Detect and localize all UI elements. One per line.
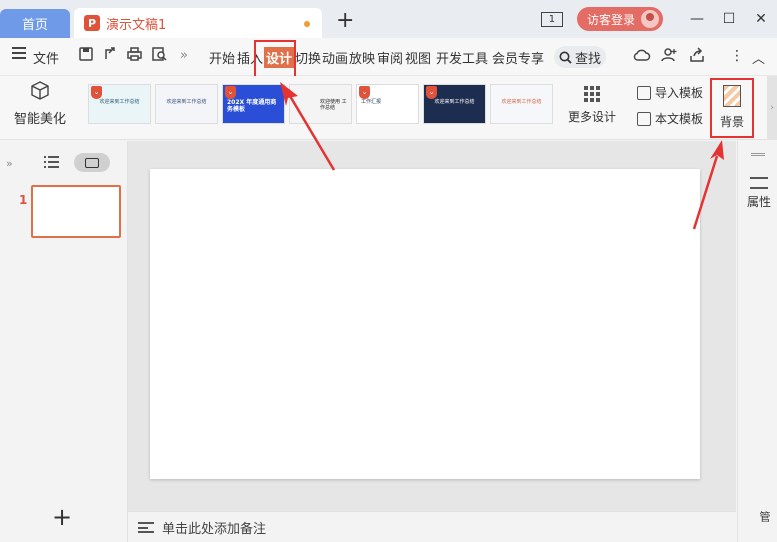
outline-view-icon[interactable] [44, 155, 60, 169]
export-icon[interactable] [103, 47, 117, 65]
close-button[interactable]: ✕ [745, 0, 777, 38]
cloud-sync-icon[interactable] [633, 48, 651, 66]
tab-start[interactable]: 开始 [209, 48, 235, 67]
premium-badge-icon: ⌄ [91, 86, 102, 99]
design-template-7[interactable]: 欢迎来到工作总结 [490, 84, 553, 124]
this-template-button[interactable]: 本文模板 [637, 110, 703, 127]
grid-icon [562, 86, 622, 102]
template-caption: 欢迎来到工作总结 [434, 99, 475, 105]
unsaved-dot-icon [304, 21, 310, 27]
tab-member[interactable]: 会员专享 [492, 48, 544, 67]
panel-handle-icon[interactable] [751, 153, 765, 156]
design-template-6[interactable]: ⌄ 欢迎来到工作总结 [423, 84, 486, 124]
more-menu-icon[interactable]: ⋮ [730, 48, 744, 64]
background-highlight-box [710, 78, 754, 138]
menu-bar: 文件 » 开始 插入 设计 切换 动画 放映 审阅 视图 开发工具 会员专享 查… [0, 38, 777, 76]
tab-transition[interactable]: 切换 [295, 48, 321, 67]
template-caption: 欢迎来到工作总结 [501, 99, 542, 105]
maximize-button[interactable]: ☐ [713, 0, 745, 38]
design-template-5[interactable]: ⌄ 工作汇报 [356, 84, 419, 124]
premium-badge-icon: ⌄ [225, 86, 236, 99]
share-icon[interactable] [689, 47, 705, 67]
right-side-panel: 属性 管 [737, 141, 777, 542]
minimize-button[interactable]: — [681, 0, 713, 38]
template-caption: 欢迎来到工作总结 [99, 99, 140, 105]
guest-login-button[interactable]: 访客登录 [576, 7, 663, 31]
editing-canvas [128, 141, 736, 511]
import-template-label: 导入模板 [655, 86, 704, 100]
tab-view[interactable]: 视图 [405, 48, 431, 67]
new-tab-button[interactable]: + [336, 10, 354, 32]
title-bar: 首页 P 演示文稿1 + 1 访客登录 — ☐ ✕ [0, 0, 777, 38]
home-tab[interactable]: 首页 [0, 9, 70, 38]
more-design-button[interactable]: 更多设计 [562, 86, 622, 125]
design-template-3[interactable]: ⌄ 202X 年度通用商务模板 [222, 84, 285, 124]
premium-badge-icon: ⌄ [426, 86, 437, 99]
design-template-4[interactable]: 欢迎使用 工作总结 [289, 84, 352, 124]
print-icon[interactable] [127, 47, 142, 65]
more-design-label: 更多设计 [567, 110, 616, 124]
avatar [641, 10, 659, 28]
slide-thumbnail-icon [85, 157, 99, 168]
slide-canvas[interactable] [150, 169, 700, 479]
template-caption: 202X 年度通用商务模板 [227, 99, 277, 113]
template-caption: 欢迎来到工作总结 [166, 99, 207, 105]
smart-beautify-label: 智能美化 [13, 112, 66, 127]
collapse-ribbon-icon[interactable]: ︿ [752, 48, 765, 67]
this-template-label: 本文模板 [655, 112, 704, 126]
this-template-icon [637, 111, 651, 126]
template-caption: 欢迎使用 工作总结 [320, 99, 347, 111]
slide-thumbnail[interactable] [31, 185, 121, 238]
import-template-button[interactable]: 导入模板 [637, 84, 703, 101]
collaborate-icon[interactable] [661, 47, 677, 67]
notes-icon [138, 521, 154, 533]
print-preview-icon[interactable] [152, 47, 167, 65]
search-label: 查找 [574, 51, 601, 67]
expand-panel-icon[interactable]: » [6, 157, 13, 170]
add-slide-button[interactable]: + [52, 503, 72, 531]
notes-placeholder: 单击此处添加备注 [162, 521, 267, 537]
window-count-icon[interactable]: 1 [540, 11, 563, 27]
more-tools-icon[interactable]: » [180, 48, 188, 63]
cube-icon [31, 81, 49, 100]
design-template-1[interactable]: ⌄ 欢迎来到工作总结 [88, 84, 151, 124]
thumbnail-view-toggle[interactable] [74, 153, 110, 172]
import-template-icon [637, 85, 651, 100]
design-template-2[interactable]: 欢迎来到工作总结 [155, 84, 218, 124]
tab-review[interactable]: 审阅 [377, 48, 403, 67]
side-tool-label[interactable]: 管 [756, 511, 772, 522]
search-icon [559, 51, 572, 64]
tab-animation[interactable]: 动画 [322, 48, 348, 67]
document-title: 演示文稿1 [106, 17, 167, 33]
slide-number: 1 [19, 193, 28, 207]
smart-beautify-button[interactable]: 智能美化 [8, 80, 72, 136]
slide-panel: » 1 + [0, 141, 128, 542]
premium-badge-icon: ⌄ [359, 86, 370, 99]
properties-button[interactable]: 属性 [744, 177, 774, 210]
tab-slideshow[interactable]: 放映 [349, 48, 375, 67]
save-icon[interactable] [79, 47, 93, 65]
template-caption: 工作汇报 [361, 99, 382, 105]
design-ribbon: 智能美化 ⌄ 欢迎来到工作总结 欢迎来到工作总结 ⌄ 202X 年度通用商务模板… [0, 76, 777, 140]
properties-icon [750, 177, 768, 189]
guest-login-label: 访客登录 [586, 12, 635, 27]
search-button[interactable]: 查找 [554, 46, 606, 68]
document-tab[interactable]: P 演示文稿1 [74, 8, 322, 38]
tab-developer[interactable]: 开发工具 [436, 48, 488, 67]
ribbon-scroll-right-icon[interactable]: › [767, 76, 777, 140]
design-tab-highlight-box [254, 40, 296, 80]
presentation-icon: P [84, 15, 100, 31]
hamburger-menu-icon[interactable] [12, 47, 26, 63]
menu-file[interactable]: 文件 [33, 48, 59, 67]
notes-bar[interactable]: 单击此处添加备注 [128, 511, 736, 542]
properties-label: 属性 [746, 195, 771, 209]
